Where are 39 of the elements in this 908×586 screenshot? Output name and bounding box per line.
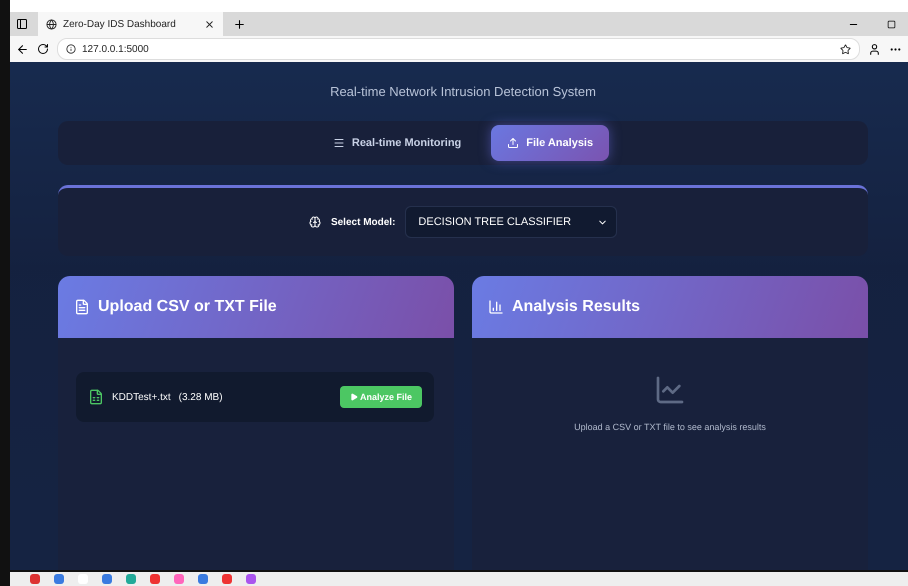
url-text: 127.0.0.1:5000 (82, 44, 149, 54)
back-icon[interactable] (16, 42, 29, 56)
tab-actions-icon[interactable] (16, 18, 28, 30)
close-icon[interactable] (204, 18, 215, 30)
file-size: (3.28 MB) (178, 392, 223, 402)
empty-message: Upload a CSV or TXT file to see analysis results (574, 422, 766, 432)
taskbar-app-icon[interactable] (198, 574, 208, 584)
nav-tab[interactable]: Real-time Monitoring (316, 125, 478, 161)
card-title: Upload CSV or TXT File (98, 298, 277, 316)
new-tab-icon[interactable] (233, 18, 246, 30)
file-icon (74, 299, 90, 315)
nav-tab[interactable]: File Analysis (491, 125, 610, 161)
model-label: Select Model: (330, 216, 396, 228)
menu-icon (332, 137, 345, 149)
globe-icon (46, 18, 57, 30)
taskbar-app-icon[interactable] (30, 574, 40, 584)
line-chart-icon (654, 374, 686, 406)
taskbar-app-icon[interactable] (222, 574, 232, 584)
model-select[interactable]: DECISION TREE CLASSIFIER (405, 206, 618, 238)
taskbar-app-icon[interactable] (102, 574, 112, 584)
profile-icon[interactable] (868, 42, 881, 56)
star-icon[interactable] (840, 44, 851, 54)
taskbar-app-icon[interactable] (246, 574, 256, 584)
tab-title: Zero-Day IDS Dashboard (63, 18, 177, 30)
browser-tab[interactable]: Zero-Day IDS Dashboard (38, 12, 223, 36)
card-title: Analysis Results (512, 298, 640, 316)
info-icon (66, 44, 76, 54)
subtitle: Real-time Network Intrusion Detection System (330, 84, 596, 99)
csv-file-icon (88, 389, 104, 405)
maximize-icon[interactable] (887, 20, 896, 28)
upload-icon (507, 137, 520, 149)
play-icon (350, 393, 358, 401)
taskbar-app-icon[interactable] (150, 574, 160, 584)
address-bar[interactable]: 127.0.0.1:5000 (57, 38, 860, 60)
refresh-icon[interactable] (37, 43, 49, 55)
brain-icon (308, 216, 321, 228)
chart-icon (488, 299, 504, 315)
taskbar-app-icon[interactable] (54, 574, 64, 584)
file-name: KDDTest+.txt (112, 392, 171, 402)
